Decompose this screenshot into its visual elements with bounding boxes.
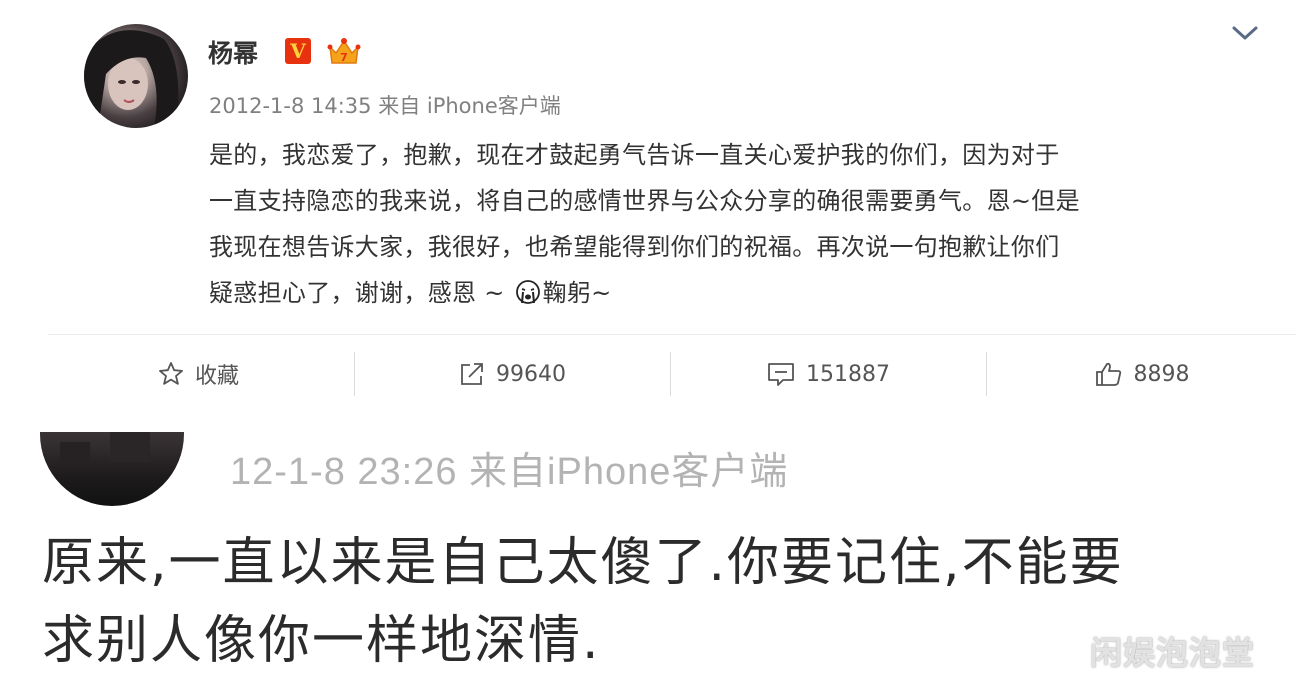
crying-emoji-icon	[515, 280, 540, 304]
content-line-last: 疑惑担心了，谢谢，感恩 ~ 鞠躬~	[209, 270, 1269, 316]
share-icon	[461, 363, 483, 385]
content-text: 鞠躬~	[542, 279, 612, 307]
comment-avatar[interactable]	[40, 432, 184, 506]
watermark: 闲娱泡泡堂	[1090, 634, 1256, 672]
weibo-post: 杨幂 V 7 2012-1-8 14:35 来自 iPhone客户端 是的，我恋…	[0, 0, 1296, 412]
verified-badge-icon: V	[285, 38, 311, 64]
content-text: 疑惑担心了，谢谢，感恩 ~	[209, 279, 513, 307]
divider	[48, 334, 1296, 335]
repost-count: 99640	[496, 361, 566, 387]
post-meta: 2012-1-8 14:35 来自 iPhone客户端	[209, 94, 561, 118]
crown-icon[interactable]: 7	[326, 37, 362, 67]
comment-avatar-image	[60, 432, 150, 462]
post-content: 是的，我恋爱了，抱歉，现在才鼓起勇气告诉一直关心爱护我的你们，因为对于 一直支持…	[209, 132, 1269, 316]
svg-text:7: 7	[340, 51, 348, 64]
comment-meta: 12-1-8 23:26 来自iPhone客户端	[230, 451, 789, 493]
username[interactable]: 杨幂	[208, 34, 258, 70]
chevron-down-icon[interactable]	[1230, 22, 1260, 44]
avatar-portrait	[84, 30, 179, 128]
like-button[interactable]: 8898	[987, 346, 1296, 402]
comment-button[interactable]: 151887	[671, 346, 985, 402]
like-count: 8898	[1133, 361, 1190, 387]
favorite-label: 收藏	[194, 364, 239, 389]
comment-line: 原来,一直以来是自己太傻了.你要记住,不能要	[42, 533, 1124, 593]
star-icon	[159, 362, 183, 385]
content-line: 是的，我恋爱了，抱歉，现在才鼓起勇气告诉一直关心爱护我的你们，因为对于	[209, 141, 1060, 169]
comment-count: 151887	[806, 361, 890, 387]
content-line: 一直支持隐恋的我来说，将自己的感情世界与公众分享的确很需要勇气。恩~但是	[209, 187, 1080, 215]
thumbs-up-icon	[1095, 362, 1121, 386]
content-line: 我现在想告诉大家，我很好，也希望能得到你们的祝福。再次说一句抱歉让你们	[209, 233, 1060, 261]
comment-icon	[768, 363, 794, 386]
action-bar: 收藏 99640 151887 8898	[42, 346, 1296, 402]
avatar[interactable]	[84, 24, 188, 128]
favorite-button[interactable]: 收藏	[42, 346, 354, 402]
repost-button[interactable]: 99640	[355, 346, 669, 402]
